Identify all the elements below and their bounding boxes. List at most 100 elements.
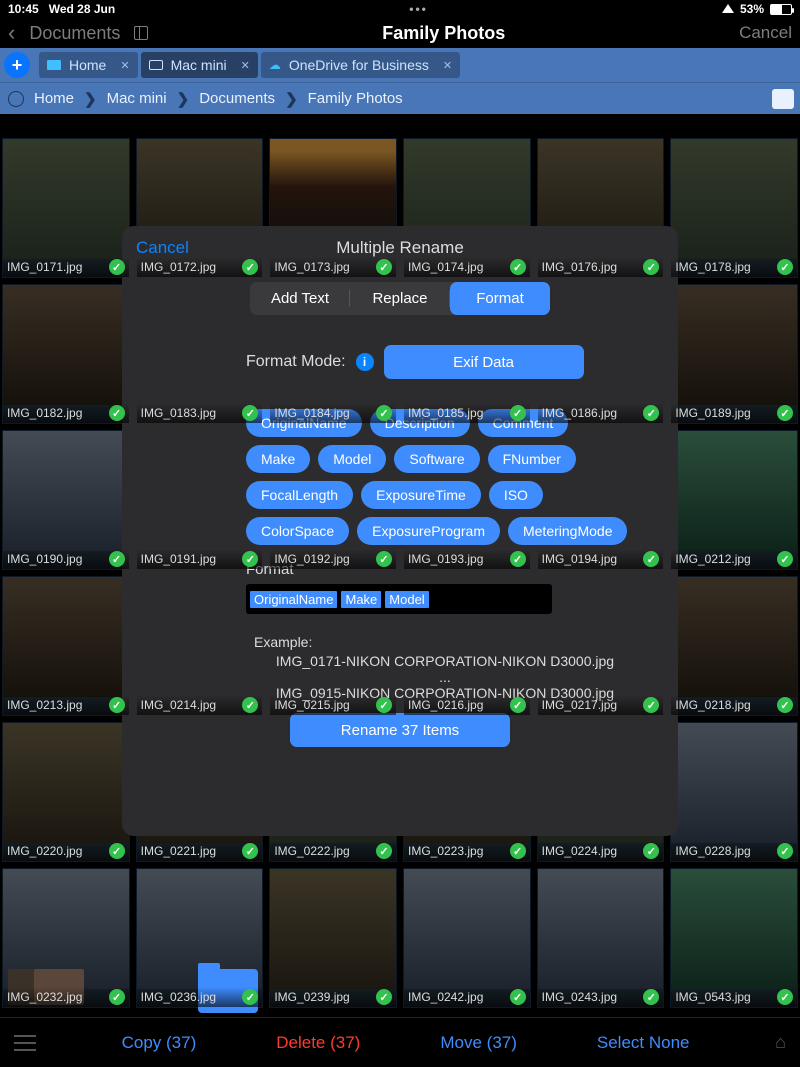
check-icon[interactable]: ✓: [777, 697, 793, 713]
segment-add-text[interactable]: Add Text: [250, 282, 350, 315]
chip-iso[interactable]: ISO: [489, 481, 543, 509]
check-icon[interactable]: ✓: [242, 989, 258, 1005]
mode-segmented-control[interactable]: Add Text Replace Format: [250, 282, 550, 315]
home-icon[interactable]: ⌂: [775, 1032, 786, 1053]
rename-button[interactable]: Rename 37 Items: [290, 713, 510, 747]
file-name: IMG_0222.jpg: [274, 844, 349, 858]
check-icon[interactable]: ✓: [643, 405, 659, 421]
tab-home[interactable]: Home ✕: [39, 52, 138, 78]
check-icon[interactable]: ✓: [643, 697, 659, 713]
check-icon[interactable]: ✓: [510, 551, 526, 567]
check-icon[interactable]: ✓: [643, 989, 659, 1005]
check-icon[interactable]: ✓: [510, 697, 526, 713]
format-mode-button[interactable]: Exif Data: [384, 345, 584, 379]
check-icon[interactable]: ✓: [242, 843, 258, 859]
file-name: IMG_0194.jpg: [542, 552, 617, 566]
select-none-button[interactable]: Select None: [597, 1033, 690, 1053]
check-icon[interactable]: ✓: [376, 259, 392, 275]
move-button[interactable]: Move (37): [440, 1033, 517, 1053]
check-icon[interactable]: ✓: [376, 405, 392, 421]
file-name: IMG_0172.jpg: [141, 260, 216, 274]
check-icon[interactable]: ✓: [510, 405, 526, 421]
check-icon[interactable]: ✓: [109, 405, 125, 421]
file-name: IMG_0217.jpg: [542, 698, 617, 712]
copy-button[interactable]: Copy (37): [122, 1033, 197, 1053]
crumb-mac-mini[interactable]: Mac mini: [107, 90, 167, 107]
check-icon[interactable]: ✓: [510, 843, 526, 859]
check-icon[interactable]: ✓: [777, 405, 793, 421]
history-icon[interactable]: [8, 91, 24, 107]
segment-replace[interactable]: Replace: [350, 282, 450, 315]
chip-meteringmode[interactable]: MeteringMode: [508, 517, 628, 545]
chip-exposuretime[interactable]: ExposureTime: [361, 481, 481, 509]
tab-label: Home: [69, 57, 106, 73]
check-icon[interactable]: ✓: [777, 259, 793, 275]
close-icon[interactable]: ✕: [120, 59, 129, 72]
modal-cancel-button[interactable]: Cancel: [136, 238, 216, 258]
tab-mac-mini[interactable]: Mac mini ✕: [141, 52, 258, 78]
file-name: IMG_0543.jpg: [675, 990, 750, 1004]
crumb-family-photos[interactable]: Family Photos: [308, 90, 403, 107]
file-name: IMG_0185.jpg: [408, 406, 483, 420]
display-icon[interactable]: [772, 89, 794, 109]
segment-format[interactable]: Format: [450, 282, 550, 315]
check-icon[interactable]: ✓: [109, 697, 125, 713]
crumb-home[interactable]: Home: [34, 90, 74, 107]
close-icon[interactable]: ✕: [443, 59, 452, 72]
chip-focallength[interactable]: FocalLength: [246, 481, 353, 509]
file-name: IMG_0190.jpg: [7, 552, 82, 566]
file-name: IMG_0171.jpg: [7, 260, 82, 274]
chip-colorspace[interactable]: ColorSpace: [246, 517, 349, 545]
check-icon[interactable]: ✓: [109, 551, 125, 567]
delete-button[interactable]: Delete (37): [276, 1033, 360, 1053]
check-icon[interactable]: ✓: [777, 989, 793, 1005]
file-name: IMG_0173.jpg: [274, 260, 349, 274]
check-icon[interactable]: ✓: [510, 259, 526, 275]
format-input[interactable]: OriginalName Make Model: [246, 584, 552, 614]
sidebar-toggle-icon[interactable]: [134, 26, 148, 40]
check-icon[interactable]: ✓: [376, 551, 392, 567]
example-ellipsis: ...: [226, 669, 664, 685]
check-icon[interactable]: ✓: [643, 843, 659, 859]
add-tab-button[interactable]: +: [4, 52, 30, 78]
token-model[interactable]: Model: [385, 591, 428, 608]
check-icon[interactable]: ✓: [242, 259, 258, 275]
check-icon[interactable]: ✓: [643, 259, 659, 275]
check-icon[interactable]: ✓: [643, 551, 659, 567]
file-name: IMG_0216.jpg: [408, 698, 483, 712]
check-icon[interactable]: ✓: [109, 259, 125, 275]
check-icon[interactable]: ✓: [376, 843, 392, 859]
back-label[interactable]: Documents: [29, 23, 120, 44]
check-icon[interactable]: ✓: [109, 843, 125, 859]
file-name: IMG_0218.jpg: [675, 698, 750, 712]
file-name: IMG_0214.jpg: [141, 698, 216, 712]
chip-software[interactable]: Software: [394, 445, 479, 473]
check-icon[interactable]: ✓: [777, 843, 793, 859]
info-icon[interactable]: i: [356, 353, 374, 371]
check-icon[interactable]: ✓: [109, 989, 125, 1005]
chip-make[interactable]: Make: [246, 445, 310, 473]
file-name: IMG_0223.jpg: [408, 844, 483, 858]
check-icon[interactable]: ✓: [242, 405, 258, 421]
check-icon[interactable]: ✓: [242, 551, 258, 567]
file-name: IMG_0243.jpg: [542, 990, 617, 1004]
file-name: IMG_0228.jpg: [675, 844, 750, 858]
tab-onedrive[interactable]: ☁ OneDrive for Business ✕: [261, 52, 460, 78]
token-make[interactable]: Make: [341, 591, 381, 608]
crumb-documents[interactable]: Documents: [199, 90, 275, 107]
check-icon[interactable]: ✓: [510, 989, 526, 1005]
chip-model[interactable]: Model: [318, 445, 386, 473]
check-icon[interactable]: ✓: [376, 697, 392, 713]
chip-exposureprogram[interactable]: ExposureProgram: [357, 517, 500, 545]
chip-fnumber[interactable]: FNumber: [488, 445, 576, 473]
file-name: IMG_0215.jpg: [274, 698, 349, 712]
close-icon[interactable]: ✕: [241, 59, 250, 72]
check-icon[interactable]: ✓: [242, 697, 258, 713]
check-icon[interactable]: ✓: [777, 551, 793, 567]
token-originalname[interactable]: OriginalName: [250, 591, 337, 608]
tab-label: Mac mini: [171, 57, 227, 73]
back-chevron-icon[interactable]: ‹: [8, 20, 15, 46]
menu-icon[interactable]: [14, 1035, 36, 1051]
cancel-button[interactable]: Cancel: [739, 23, 792, 43]
check-icon[interactable]: ✓: [376, 989, 392, 1005]
